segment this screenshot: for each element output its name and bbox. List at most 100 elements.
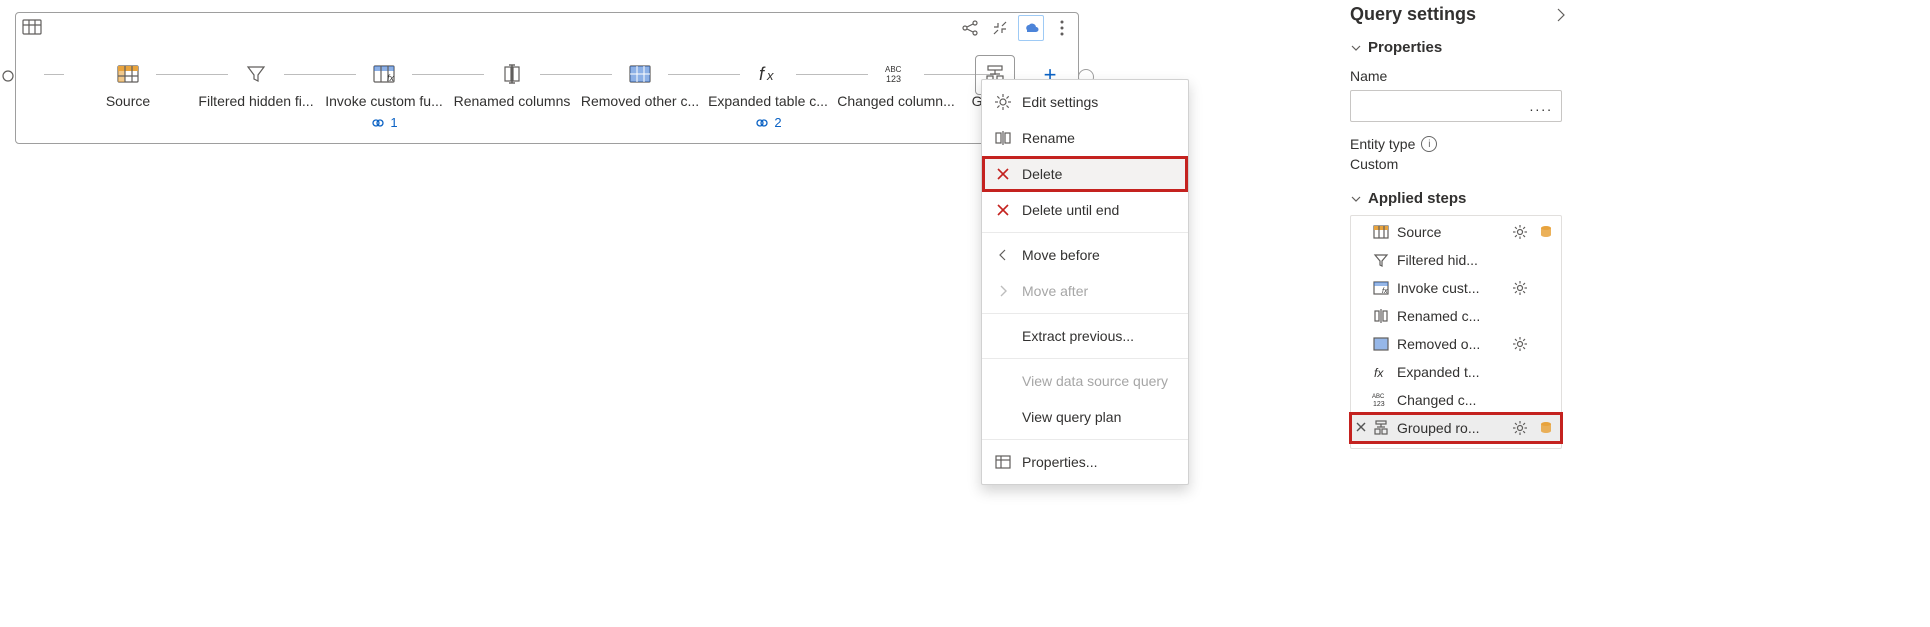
step-source[interactable]: Source bbox=[64, 63, 192, 109]
menu-properties[interactable]: Properties... bbox=[982, 444, 1188, 480]
diagram-steps: Source Filtered hidden fi... bbox=[64, 63, 1030, 130]
step-label: Expanded table c... bbox=[708, 93, 828, 109]
menu-item-label: Move after bbox=[1022, 283, 1088, 299]
menu-item-label: View query plan bbox=[1022, 409, 1121, 425]
x-icon bbox=[994, 167, 1012, 181]
name-input[interactable]: .... bbox=[1350, 90, 1562, 122]
applied-step-changed[interactable]: ABC123 Changed c... bbox=[1351, 386, 1561, 414]
applied-step-removed[interactable]: Removed o... bbox=[1351, 330, 1561, 358]
badge-count: 2 bbox=[774, 115, 781, 130]
applied-step-grouped[interactable]: Grouped ro... bbox=[1351, 414, 1561, 442]
chevron-down-icon bbox=[1350, 42, 1362, 54]
info-icon[interactable]: i bbox=[1421, 136, 1437, 152]
diagram-start-node bbox=[0, 68, 16, 84]
rename-column-icon bbox=[1373, 309, 1389, 323]
group-rows-icon bbox=[1373, 420, 1389, 436]
fx-icon: f x bbox=[757, 63, 779, 85]
menu-view-query-plan[interactable]: View query plan bbox=[982, 399, 1188, 435]
applied-step-label: Changed c... bbox=[1397, 392, 1503, 408]
delete-step-icon[interactable] bbox=[1355, 420, 1367, 436]
svg-text:123: 123 bbox=[886, 74, 901, 84]
menu-item-label: Move before bbox=[1022, 247, 1100, 263]
diagram-canvas: Source Filtered hidden fi... bbox=[15, 12, 1079, 144]
share-icon[interactable] bbox=[958, 16, 982, 40]
applied-step-source[interactable]: Source bbox=[1351, 218, 1561, 246]
applied-step-label: Source bbox=[1397, 224, 1503, 240]
menu-item-label: View data source query bbox=[1022, 373, 1168, 389]
applied-step-label: Removed o... bbox=[1397, 336, 1503, 352]
menu-item-label: Rename bbox=[1022, 130, 1075, 146]
more-icon[interactable] bbox=[1050, 16, 1074, 40]
step-label: Changed column... bbox=[837, 93, 955, 109]
menu-move-after: Move after bbox=[982, 273, 1188, 309]
table-blue-icon bbox=[629, 63, 651, 85]
abc123-icon: ABC 123 bbox=[885, 63, 907, 85]
database-icon bbox=[1537, 225, 1555, 239]
menu-item-label: Extract previous... bbox=[1022, 328, 1134, 344]
applied-steps-list: Source Filtered hid... fx Invoke cust... bbox=[1350, 215, 1562, 449]
table-source-icon bbox=[117, 63, 139, 85]
menu-item-label: Delete until end bbox=[1022, 202, 1119, 218]
applied-step-label: Renamed c... bbox=[1397, 308, 1503, 324]
svg-text:fx: fx bbox=[387, 73, 395, 83]
menu-edit-settings[interactable]: Edit settings bbox=[982, 84, 1188, 120]
entity-type-value: Custom bbox=[1350, 156, 1562, 172]
svg-text:123: 123 bbox=[1373, 401, 1385, 408]
step-badge[interactable]: 2 bbox=[754, 115, 781, 130]
menu-item-label: Delete bbox=[1022, 166, 1062, 182]
gear-icon[interactable] bbox=[1511, 281, 1529, 295]
menu-item-label: Edit settings bbox=[1022, 94, 1098, 110]
applied-step-label: Grouped ro... bbox=[1397, 420, 1503, 436]
step-filtered[interactable]: Filtered hidden fi... bbox=[192, 63, 320, 109]
menu-delete-until-end[interactable]: Delete until end bbox=[982, 192, 1188, 228]
entity-type-label: Entity type bbox=[1350, 136, 1415, 152]
gear-icon[interactable] bbox=[1511, 337, 1529, 351]
table-blue-icon bbox=[1373, 337, 1389, 351]
step-badge[interactable]: 1 bbox=[370, 115, 397, 130]
table-fx-icon: fx bbox=[1373, 281, 1389, 295]
menu-extract-previous[interactable]: Extract previous... bbox=[982, 318, 1188, 354]
step-removed-other[interactable]: Removed other c... bbox=[576, 63, 704, 109]
menu-move-before[interactable]: Move before bbox=[982, 237, 1188, 273]
svg-text:f: f bbox=[759, 64, 766, 84]
panel-title: Query settings bbox=[1350, 4, 1562, 25]
applied-step-filtered[interactable]: Filtered hid... bbox=[1351, 246, 1561, 274]
funnel-icon bbox=[1373, 253, 1389, 267]
database-icon bbox=[1537, 421, 1555, 435]
svg-text:x: x bbox=[766, 68, 774, 83]
gear-icon bbox=[994, 94, 1012, 110]
applied-step-label: Filtered hid... bbox=[1397, 252, 1503, 268]
applied-step-renamed[interactable]: Renamed c... bbox=[1351, 302, 1561, 330]
rename-icon bbox=[994, 131, 1012, 145]
step-changed-column[interactable]: ABC 123 Changed column... bbox=[832, 63, 960, 109]
step-label: Removed other c... bbox=[581, 93, 699, 109]
ellipsis-icon[interactable]: .... bbox=[1529, 98, 1553, 114]
funnel-icon bbox=[245, 63, 267, 85]
menu-rename[interactable]: Rename bbox=[982, 120, 1188, 156]
abc123-icon: ABC123 bbox=[1373, 392, 1389, 408]
properties-section-header[interactable]: Properties bbox=[1350, 39, 1562, 56]
chevron-left-icon bbox=[994, 248, 1012, 262]
step-label: Invoke custom fu... bbox=[325, 93, 443, 109]
applied-step-label: Expanded t... bbox=[1397, 364, 1503, 380]
gear-icon[interactable] bbox=[1511, 225, 1529, 239]
chevron-down-icon bbox=[1350, 193, 1362, 205]
menu-item-label: Properties... bbox=[1022, 454, 1097, 470]
applied-step-expanded[interactable]: fx Expanded t... bbox=[1351, 358, 1561, 386]
cloud-db-icon[interactable] bbox=[1018, 15, 1044, 41]
applied-step-invoke[interactable]: fx Invoke cust... bbox=[1351, 274, 1561, 302]
properties-icon bbox=[994, 455, 1012, 469]
x-icon bbox=[994, 203, 1012, 217]
applied-steps-header[interactable]: Applied steps bbox=[1350, 190, 1562, 207]
menu-delete[interactable]: Delete bbox=[982, 156, 1188, 192]
svg-text:fx: fx bbox=[1374, 366, 1384, 380]
table-icon bbox=[22, 17, 42, 40]
step-label: Source bbox=[106, 93, 150, 109]
step-label: Renamed columns bbox=[454, 93, 571, 109]
collapse-icon[interactable] bbox=[988, 16, 1012, 40]
chevron-right-icon[interactable] bbox=[1554, 6, 1568, 27]
gear-icon[interactable] bbox=[1511, 421, 1529, 435]
rename-column-icon bbox=[501, 63, 523, 85]
name-label: Name bbox=[1350, 68, 1562, 84]
step-renamed[interactable]: Renamed columns bbox=[448, 63, 576, 109]
